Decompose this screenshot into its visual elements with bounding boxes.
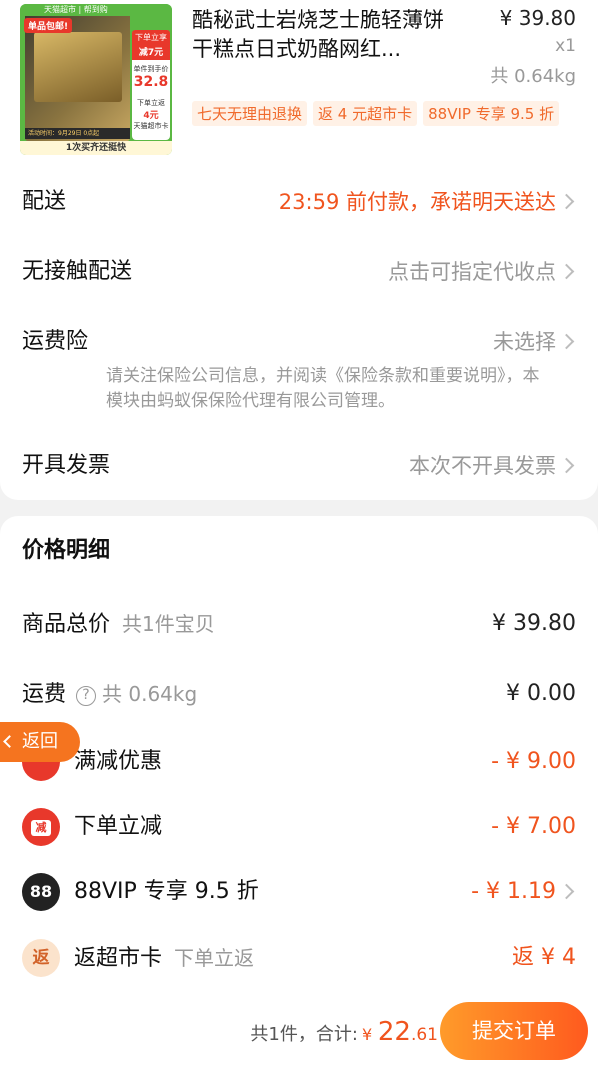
chevron-right-icon [560,194,576,210]
item-count: 共1件， [250,1024,316,1045]
product-box-graphic [34,32,122,102]
freight-value: ¥ 0.00 [506,681,576,706]
order-total: 共1件，合计: ¥ 22.61 [250,1012,438,1055]
help-icon[interactable]: ? [76,686,97,706]
contactless-label: 无接触配送 [22,259,133,284]
invoice-row[interactable]: 开具发票 本次不开具发票 [22,446,576,486]
rebate-icon: 返 [22,939,60,977]
submit-order-button[interactable]: 提交订单 [440,1002,588,1060]
instant-discount-icon: 减 [22,808,60,846]
product-price: ¥ 39.80 [499,6,576,30]
discount-row: 满减优惠 - ¥ 9.00 [22,742,576,782]
insurance-row[interactable]: 运费险 未选择 [22,322,576,362]
instant-discount-row: 减 下单立减 - ¥ 7.00 [22,807,576,847]
rebate-label: 返超市卡 下单立返 [74,938,254,979]
insurance-label: 运费险 [22,329,89,354]
back-button[interactable]: 返回 [0,722,80,762]
back-label: 返回 [22,731,58,752]
rebate-sub: 下单立返 [174,946,255,970]
image-rebate-3: 天猫超市卡 [133,122,169,130]
total-currency: ¥ [361,1025,373,1044]
product-image[interactable]: 天猫超市 | 帮到购 单品包邮! 下单立享 减7元 单件到手价 32.8 下单立… [20,4,172,155]
delivery-label: 配送 [22,189,67,214]
instant-discount-label: 下单立减 [74,814,163,839]
image-promo-2: 减7元 [132,45,170,60]
total-label: 合计: [315,1024,358,1045]
badge-return: 七天无理由退换 [192,101,308,126]
image-red-tag: 单品包邮! [24,18,73,33]
discount-label: 满减优惠 [74,749,163,774]
image-rebate-1: 下单立返 [137,99,165,107]
chevron-right-icon [560,458,576,474]
delivery-value: 23:59 前付款，承诺明天送达 [278,190,556,214]
instant-discount-value: - ¥ 7.00 [491,814,576,839]
chevron-right-icon [560,334,576,350]
chevron-right-icon [560,264,576,280]
contactless-row[interactable]: 无接触配送 点击可指定代收点 [22,252,576,292]
goods-total-label-text: 商品总价 [22,612,111,637]
freight-label: 运费? 共 0.64kg [22,674,197,715]
vip-value: - ¥ 1.19 [471,879,556,904]
rebate-label-text: 返超市卡 [74,946,163,971]
image-top-banner: 天猫超市 | 帮到购 [20,4,172,16]
total-amount-dec: .61 [410,1025,438,1045]
freight-weight: 共 0.64kg [102,682,198,706]
product-quantity: x1 [555,36,576,56]
vip-label: 88VIP 专享 9.5 折 [74,879,259,904]
image-after-price: 32.8 [133,74,169,90]
chevron-right-icon [560,884,576,900]
delivery-row[interactable]: 配送 23:59 前付款，承诺明天送达 [22,182,576,222]
88vip-icon: 88 [22,873,60,911]
badge-88vip: 88VIP 专享 9.5 折 [423,101,560,126]
goods-total-label: 商品总价 共1件宝贝 [22,604,215,645]
product-badges: 七天无理由退换 返 4 元超市卡 88VIP 专享 9.5 折 [192,101,560,126]
discount-value: - ¥ 9.00 [491,749,576,774]
image-price-column: 下单立享 减7元 单件到手价 32.8 下单立返 4元 天猫超市卡 [132,30,170,140]
vip-row[interactable]: 88 88VIP 专享 9.5 折 - ¥ 1.19 [22,872,576,912]
image-rebate-2: 4元 [143,111,159,121]
price-detail-title: 价格明细 [22,538,111,563]
freight-row: 运费? 共 0.64kg ¥ 0.00 [22,674,576,714]
goods-count: 共1件宝贝 [122,612,215,636]
insurance-value: 未选择 [493,330,556,354]
image-bottom-text: 1次买齐还挺快 [20,141,172,155]
instant-discount-icon-text: 减 [31,819,51,836]
insurance-note: 请关注保险公司信息，并阅读《保险条款和重要说明》，本模块由蚂蚁保保险代理有限公司… [106,366,540,411]
image-activity-strip: 活动时间：9月29日 0点起 [25,128,130,139]
rebate-value: 返 ¥ 4 [512,945,576,970]
rebate-row: 返 返超市卡 下单立返 返 ¥ 4 [22,938,576,978]
goods-total-value: ¥ 39.80 [492,611,576,636]
image-after-label: 单件到手价 [133,65,169,73]
invoice-label: 开具发票 [22,453,111,478]
contactless-value: 点击可指定代收点 [388,260,556,284]
invoice-value: 本次不开具发票 [409,454,556,478]
product-weight: 共 0.64kg [490,66,576,87]
product-title[interactable]: 酷秘武士岩烧芝士脆轻薄饼干糕点日式奶酪网红... [192,6,457,64]
freight-label-text: 运费 [22,682,67,707]
image-promo-1: 下单立享 [132,30,170,45]
chevron-left-icon [3,735,16,748]
goods-total-row: 商品总价 共1件宝贝 ¥ 39.80 [22,604,576,644]
total-amount-int: 22 [377,1017,411,1047]
badge-rebate: 返 4 元超市卡 [313,101,418,126]
